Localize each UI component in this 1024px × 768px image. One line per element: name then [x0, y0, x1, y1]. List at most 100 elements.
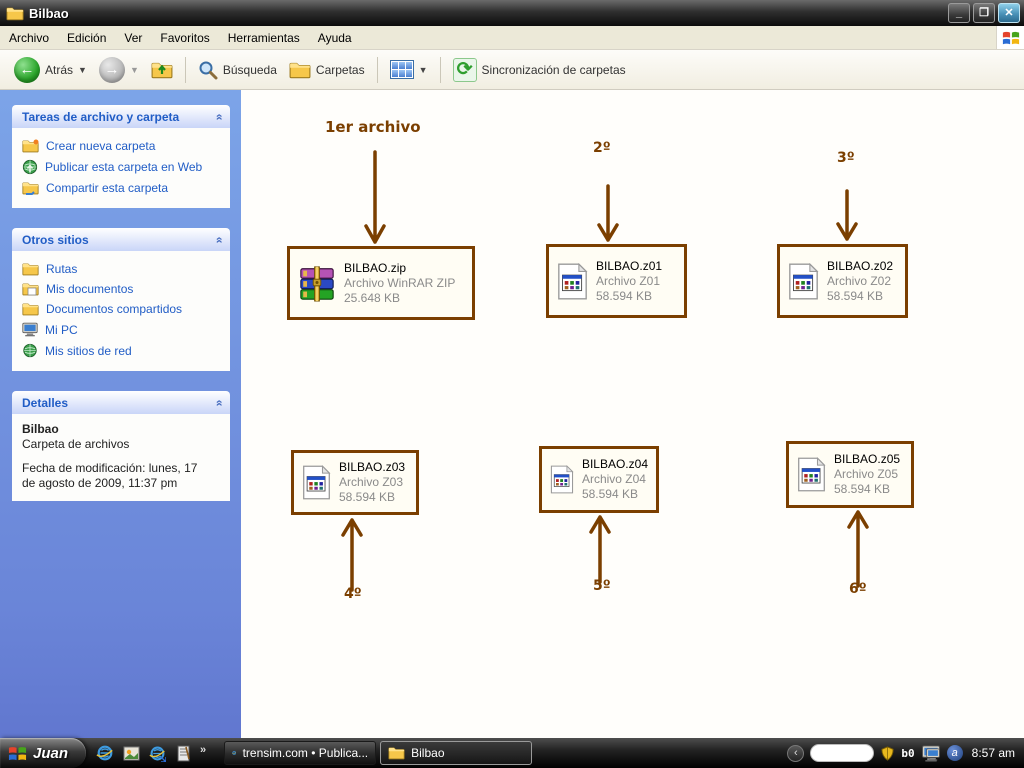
menu-herramientas[interactable]: Herramientas	[219, 28, 309, 48]
annotation-box: BILBAO.z05 Archivo Z05 58.594 KB	[786, 441, 914, 508]
window-title: Bilbao	[29, 5, 69, 21]
up-folder-icon	[151, 61, 173, 79]
up-button[interactable]	[145, 57, 179, 83]
security-shield-icon[interactable]	[880, 746, 895, 761]
file-name[interactable]: BILBAO.z03	[339, 460, 405, 475]
ie-icon	[232, 745, 236, 761]
sidebar-item-label: Mis sitios de red	[45, 343, 132, 358]
toolbar-separator	[439, 56, 441, 83]
file-name[interactable]: BILBAO.zip	[344, 261, 455, 276]
sidebar-item-rutas[interactable]: Rutas	[22, 259, 224, 279]
sidebar-item-documentos-compartidos[interactable]: Documentos compartidos	[22, 299, 224, 319]
details-panel: Detalles » Bilbao Carpeta de archivos Fe…	[12, 391, 230, 501]
new-folder-icon	[22, 139, 39, 153]
restore-button[interactable]: ❐	[973, 3, 995, 23]
menu-favoritos[interactable]: Favoritos	[151, 28, 218, 48]
generic-file-icon	[557, 263, 588, 300]
menu-edicion[interactable]: Edición	[58, 28, 115, 48]
generic-file-icon	[788, 263, 819, 300]
tray-clock: 8:57 am	[971, 746, 1015, 760]
task-buttons: trensim.com • Publica... Bilbao	[224, 741, 533, 765]
my-documents-icon	[22, 282, 39, 296]
sidebar-item-label: Compartir esta carpeta	[46, 181, 169, 195]
taskbar-item-label: trensim.com • Publica...	[242, 746, 369, 760]
menu-ver[interactable]: Ver	[115, 28, 151, 48]
sync-icon: ⟳	[452, 57, 477, 82]
file-name[interactable]: BILBAO.z01	[596, 259, 662, 274]
taskbar-item-bilbao[interactable]: Bilbao	[380, 741, 533, 765]
taskbar: Juan » trensim.com • Publica... Bilbao ‹…	[0, 738, 1024, 768]
views-dropdown-icon[interactable]: ▼	[419, 65, 428, 75]
other-places-header[interactable]: Otros sitios »	[12, 228, 230, 251]
sidebar-item-mis-sitios-red[interactable]: Mis sitios de red	[22, 340, 224, 361]
file-item[interactable]: BILBAO.z05 Archivo Z05 58.594 KB	[834, 452, 900, 497]
sidebar-item-crear-carpeta[interactable]: Crear nueva carpeta	[22, 136, 224, 156]
views-button[interactable]: ▼	[384, 56, 434, 83]
start-button[interactable]: Juan	[0, 738, 87, 768]
views-grid-icon	[389, 60, 414, 79]
file-type: Archivo Z05	[834, 467, 899, 481]
back-dropdown-icon[interactable]: ▼	[78, 65, 87, 75]
menu-archivo[interactable]: Archivo	[0, 28, 58, 48]
tray-meter[interactable]: b0	[901, 747, 914, 760]
back-label: Atrás	[45, 62, 74, 77]
file-tasks-header[interactable]: Tareas de archivo y carpeta »	[12, 105, 230, 128]
annotation-box: BILBAO.z02 Archivo Z02 58.594 KB	[777, 244, 908, 318]
forward-dropdown-icon: ▼	[129, 64, 139, 75]
sidebar-item-label: Crear nueva carpeta	[46, 139, 156, 153]
back-button[interactable]: ← Atrás ▼	[8, 53, 93, 87]
sidebar-item-label: Publicar esta carpeta en Web	[45, 160, 203, 174]
sync-label: Sincronización de carpetas	[481, 62, 626, 77]
quick-launch-overflow-icon[interactable]: »	[200, 744, 206, 756]
annotation-label-4: 4º	[344, 586, 362, 602]
toolbar-separator	[184, 56, 186, 83]
file-item[interactable]: BILBAO.z01 Archivo Z01 58.594 KB	[596, 259, 662, 304]
file-name[interactable]: BILBAO.z02	[827, 259, 893, 274]
folder-icon	[22, 262, 39, 276]
share-folder-icon	[22, 181, 39, 195]
search-label: Búsqueda	[222, 62, 277, 77]
language-bar-pill[interactable]	[810, 744, 875, 762]
app-a-icon[interactable]: a	[946, 745, 963, 761]
annotation-box: BILBAO.z01 Archivo Z01 58.594 KB	[546, 244, 687, 318]
sidebar-item-compartir-carpeta[interactable]: Compartir esta carpeta	[22, 178, 224, 198]
file-item[interactable]: BILBAO.z03 Archivo Z03 58.594 KB	[339, 460, 405, 505]
annotation-label-3: 3º	[837, 150, 855, 166]
taskbar-item-trensim[interactable]: trensim.com • Publica...	[224, 741, 377, 765]
generic-file-icon	[302, 465, 331, 500]
file-item[interactable]: BILBAO.z02 Archivo Z02 58.594 KB	[827, 259, 893, 304]
generic-file-icon	[797, 457, 826, 492]
search-button[interactable]: Búsqueda	[192, 56, 283, 84]
sidebar-item-publicar-web[interactable]: Publicar esta carpeta en Web	[22, 156, 224, 178]
notebook-icon[interactable]	[174, 744, 192, 762]
network-icon[interactable]	[921, 745, 941, 762]
menu-bar: Archivo Edición Ver Favoritos Herramient…	[0, 26, 1024, 50]
details-title: Detalles	[22, 395, 69, 410]
file-name[interactable]: BILBAO.z04	[582, 457, 648, 472]
sidebar-item-mis-documentos[interactable]: Mis documentos	[22, 279, 224, 299]
folder-icon	[6, 6, 24, 21]
file-size: 58.594 KB	[834, 482, 891, 496]
image-viewer-icon[interactable]	[122, 744, 140, 762]
other-places-title: Otros sitios	[22, 232, 89, 247]
collapse-chevron-icon: »	[211, 236, 226, 243]
sync-button[interactable]: ⟳ Sincronización de carpetas	[447, 54, 632, 86]
folders-button[interactable]: Carpetas	[283, 57, 371, 83]
ie-shortcut-icon[interactable]	[148, 744, 166, 762]
file-item[interactable]: BILBAO.z04 Archivo Z04 58.594 KB	[582, 457, 648, 502]
hidden-icons-chevron[interactable]: ‹	[787, 744, 805, 762]
ie-icon[interactable]	[96, 744, 114, 762]
menu-ayuda[interactable]: Ayuda	[309, 28, 361, 48]
file-size: 25.648 KB	[344, 290, 401, 305]
file-size: 58.594 KB	[581, 487, 638, 501]
minimize-button[interactable]: _	[948, 3, 970, 23]
file-name[interactable]: BILBAO.z05	[834, 452, 900, 467]
forward-button[interactable]: → ▼	[93, 53, 145, 87]
file-item[interactable]: BILBAO.zip Archivo WinRAR ZIP 25.648 KB	[344, 261, 455, 306]
sidebar-item-label: Rutas	[46, 262, 78, 276]
details-header[interactable]: Detalles »	[12, 391, 230, 414]
close-button[interactable]: ✕	[998, 3, 1020, 23]
details-modified-date: Fecha de modificación: lunes, 17 de agos…	[22, 461, 198, 490]
toolbar: ← Atrás ▼ → ▼ Búsqueda Carpetas ▼ ⟳ Sinc…	[0, 50, 1024, 90]
sidebar-item-mi-pc[interactable]: Mi PC	[22, 319, 224, 340]
